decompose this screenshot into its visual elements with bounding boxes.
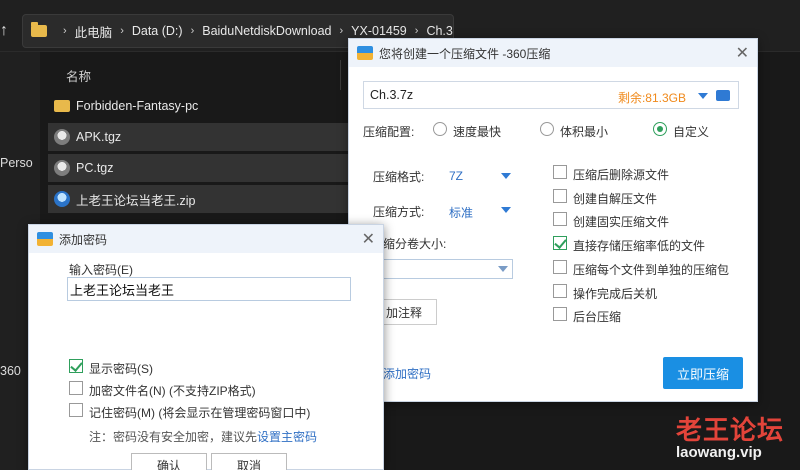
chevron-down-icon[interactable] [498, 266, 508, 272]
file-name: APK.tgz [76, 130, 122, 144]
remember-password-label: 记住密码(M) (将会显示在管理密码窗口中) [89, 406, 311, 420]
encrypt-filenames-checkbox[interactable] [69, 381, 83, 395]
folder-icon [31, 22, 47, 37]
tgz-file-icon [54, 129, 70, 145]
password-dialog: 添加密码 ✕ 输入密码(E) 上老王论坛当老王 显示密码(S) 加密文件名(N)… [28, 224, 384, 470]
archive-filename-input[interactable]: Ch.3.7z 剩余:81.3GB [363, 81, 739, 109]
dialog-title: 添加密码 [59, 232, 108, 247]
zip-file-icon [54, 191, 70, 207]
dialog-titlebar[interactable]: 您将创建一个压缩文件 -360压缩 ✕ [349, 39, 757, 67]
ok-button[interactable]: 确认 [131, 453, 207, 470]
config-label: 压缩配置: [363, 125, 415, 139]
option-label: 压缩每个文件到单独的压缩包 [573, 263, 730, 277]
chevron-right-icon: › [190, 25, 195, 37]
option-checkbox[interactable] [553, 260, 567, 274]
column-header-name[interactable]: 名称 [66, 66, 91, 85]
breadcrumb-item[interactable]: BaiduNetdiskDownload [202, 24, 331, 38]
watermark-logo-text: 老王论坛 [676, 415, 785, 445]
option-checkbox[interactable] [553, 212, 567, 226]
chevron-down-icon[interactable] [501, 207, 511, 213]
file-row[interactable]: PC.tgz [48, 154, 370, 182]
option-checkbox-checked[interactable] [553, 236, 567, 250]
password-input-label: 输入密码(E) [69, 263, 133, 277]
remember-password-checkbox[interactable] [69, 403, 83, 417]
file-row[interactable]: Forbidden-Fantasy-pc [48, 92, 370, 120]
option-label: 压缩后删除源文件 [573, 168, 670, 182]
chevron-right-icon: › [63, 25, 67, 37]
set-master-password-link[interactable]: 设置主密码 [257, 430, 317, 444]
password-input[interactable]: 上老王论坛当老王 [67, 277, 351, 301]
chevron-right-icon: › [339, 25, 344, 37]
breadcrumb-item[interactable]: 此电脑 [75, 22, 113, 41]
close-icon[interactable]: ✕ [736, 43, 749, 63]
watermark-url: laowang.vip [676, 444, 762, 461]
file-name: PC.tgz [76, 161, 114, 175]
dialog-title: 您将创建一个压缩文件 -360压缩 [379, 46, 551, 61]
archive-filename: Ch.3.7z [370, 88, 414, 102]
free-space-label: 剩余:81.3GB [617, 91, 686, 105]
show-password-label: 显示密码(S) [89, 362, 153, 376]
option-checkbox[interactable] [553, 307, 567, 321]
volume-size-label: 缩分卷大小: [383, 237, 447, 251]
folder-icon [54, 100, 70, 112]
close-icon[interactable]: ✕ [362, 229, 375, 249]
option-checkbox[interactable] [553, 165, 567, 179]
file-row[interactable]: 上老王论坛当老王.zip [48, 185, 370, 213]
chevron-right-icon: › [120, 25, 124, 37]
browse-folder-icon[interactable] [716, 90, 730, 101]
option-checkbox[interactable] [553, 189, 567, 203]
format-select[interactable]: 7Z [449, 169, 463, 183]
breadcrumb-item[interactable]: Data (D:) [132, 24, 183, 38]
dialog-titlebar[interactable]: 添加密码 ✕ [29, 225, 383, 253]
radio-custom[interactable] [653, 122, 667, 136]
start-compress-button[interactable]: 立即压缩 [663, 357, 743, 389]
option-checkbox[interactable] [553, 284, 567, 298]
cancel-button[interactable]: 取消 [211, 453, 287, 470]
chevron-down-icon[interactable] [698, 93, 708, 99]
option-label: 操作完成后关机 [573, 287, 658, 301]
option-label: 后台压缩 [573, 310, 622, 324]
method-select[interactable]: 标准 [449, 204, 473, 221]
breadcrumb-item[interactable]: Ch.3 [426, 24, 452, 38]
mode-label: 自定义 [673, 125, 710, 139]
radio-fastest[interactable] [433, 122, 447, 136]
breadcrumb-item[interactable]: YX-01459 [351, 24, 407, 38]
format-label: 压缩格式: [373, 170, 425, 184]
mode-label: 体积最小 [560, 125, 609, 139]
file-row[interactable]: APK.tgz [48, 123, 370, 151]
360zip-app-icon [37, 232, 53, 246]
option-label: 直接存储压缩率低的文件 [573, 239, 706, 253]
option-label: 创建固实压缩文件 [573, 215, 670, 229]
file-name: 上老王论坛当老王.zip [76, 193, 196, 208]
security-note-text: 注：密码没有安全加密，建议先 [89, 430, 258, 444]
method-label: 压缩方式: [373, 205, 425, 219]
tgz-file-icon [54, 160, 70, 176]
password-value: 上老王论坛当老王 [70, 282, 175, 298]
mode-label: 速度最快 [453, 125, 502, 139]
compress-dialog: 您将创建一个压缩文件 -360压缩 ✕ Ch.3.7z 剩余:81.3GB 压缩… [348, 38, 758, 402]
security-note: 注：密码没有安全加密，建议先设置主密码 [89, 428, 317, 445]
chevron-right-icon: › [414, 25, 419, 37]
nav-item[interactable]: 360 [0, 364, 21, 378]
option-label: 创建自解压文件 [573, 192, 658, 206]
show-password-checkbox[interactable] [69, 359, 83, 373]
radio-smallest[interactable] [540, 122, 554, 136]
360zip-app-icon [357, 46, 373, 60]
encrypt-filenames-label: 加密文件名(N) (不支持ZIP格式) [89, 384, 256, 398]
column-divider[interactable] [340, 60, 341, 90]
nav-item[interactable]: Perso [0, 156, 33, 170]
file-name: Forbidden-Fantasy-pc [76, 99, 199, 113]
add-password-link[interactable]: 添加密码 [383, 365, 431, 382]
up-arrow-icon[interactable]: ↑ [0, 22, 14, 42]
chevron-down-icon[interactable] [501, 173, 511, 179]
